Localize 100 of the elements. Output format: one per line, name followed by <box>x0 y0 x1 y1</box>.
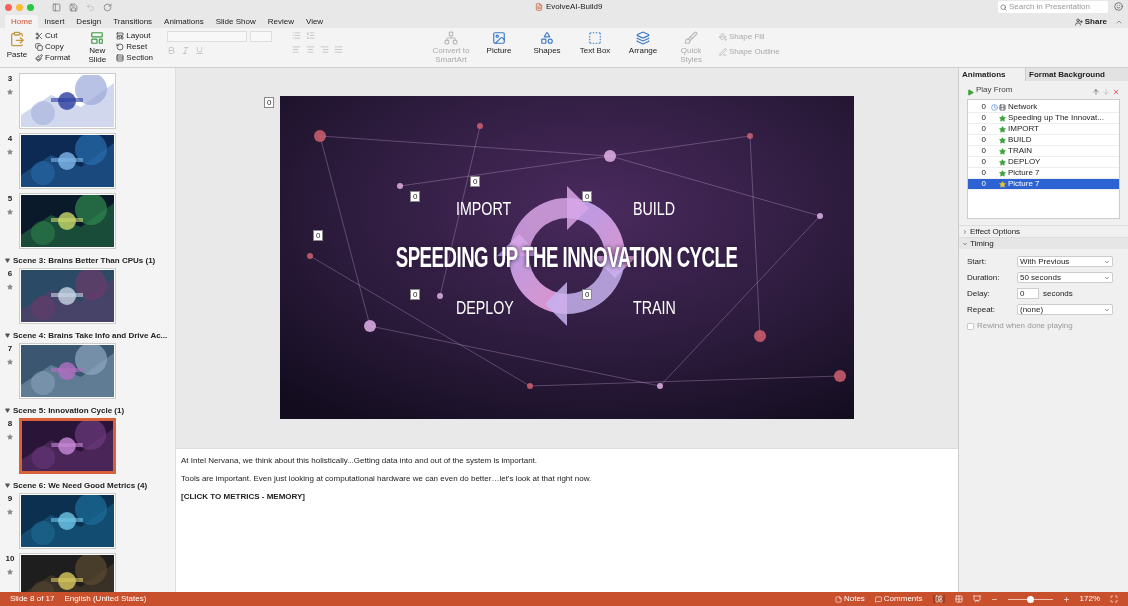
slide-number: 5 <box>7 193 13 205</box>
animation-star-icon <box>7 149 13 155</box>
ribbon-tab[interactable]: Design <box>70 15 108 28</box>
select-field[interactable]: 50 seconds <box>1017 272 1113 283</box>
stepper-field[interactable]: 0 <box>1017 288 1039 299</box>
save-icon[interactable] <box>69 2 78 12</box>
minimize-window-button[interactable] <box>16 3 23 11</box>
section-header[interactable]: Scene 3: Brains Better Than CPUs (1) <box>13 254 156 267</box>
underline-icon[interactable] <box>195 46 205 55</box>
animation-item[interactable]: 0 Network <box>968 102 1119 113</box>
animation-marker[interactable]: 0 <box>313 230 324 241</box>
bullets-icon[interactable] <box>292 31 302 40</box>
font-size-field[interactable] <box>250 31 273 42</box>
chevron-down-icon <box>1104 274 1110 281</box>
close-window-button[interactable] <box>5 3 12 11</box>
hierarchy-icon <box>444 31 459 45</box>
scissors-icon <box>35 32 43 40</box>
align-center-icon[interactable] <box>306 45 316 54</box>
animation-item[interactable]: 0 TRAIN <box>968 146 1119 157</box>
play-icon[interactable] <box>967 89 974 96</box>
slide-tool-button[interactable]: Section <box>116 53 154 63</box>
justify-icon[interactable] <box>334 45 344 54</box>
animation-item[interactable]: 0 BUILD <box>968 135 1119 146</box>
animation-marker[interactable]: 0 <box>470 176 481 187</box>
clipboard-button[interactable]: Copy <box>35 42 71 52</box>
section-header[interactable]: Scene 4: Brains Take Info and Drive Ac... <box>13 329 168 342</box>
animation-marker[interactable]: 0 <box>410 289 421 300</box>
slide-tool-button[interactable]: Layout <box>116 31 154 41</box>
notes-button[interactable]: Notes <box>834 593 865 605</box>
new-slide-button[interactable]: New Slide <box>84 31 111 64</box>
clipboard-button[interactable]: Format <box>35 53 71 63</box>
speaker-note[interactable]: At Intel Nervana, we think about this holistically...Getting data into and out of the system is important. <box>181 456 538 466</box>
ribbon-tab[interactable]: Review <box>261 15 300 28</box>
ribbon-tab[interactable]: Transitions <box>107 15 159 28</box>
zoom-in-icon[interactable] <box>1062 595 1070 603</box>
font-field[interactable] <box>167 31 248 42</box>
zoom-window-button[interactable] <box>27 3 34 11</box>
insert-button[interactable]: Shapes <box>525 31 570 64</box>
insert-button[interactable]: Arrange <box>621 31 666 64</box>
field-label: Repeat: <box>967 303 997 316</box>
speaker-note[interactable]: Tools are important. Even just looking at computational hardware we can even do better…let's look at that right now. <box>181 474 592 484</box>
slideshow-icon[interactable] <box>972 595 981 603</box>
remove-icon[interactable] <box>1112 88 1120 96</box>
zoom-slider-thumb[interactable] <box>1027 595 1035 603</box>
clipboard-button[interactable]: Cut <box>35 31 71 41</box>
section-header[interactable]: Scene 6: We Need Good Metrics (4) <box>13 479 148 492</box>
select-field[interactable]: (none) <box>1017 304 1113 315</box>
timing-header[interactable]: Timing <box>959 237 1128 249</box>
animation-star-icon <box>7 569 13 575</box>
cycle-step-label: TRAIN <box>633 297 676 319</box>
section-header[interactable]: Scene 5: Innovation Cycle (1) <box>13 404 125 417</box>
checkbox[interactable] <box>967 322 974 330</box>
account-icon[interactable] <box>1114 2 1123 11</box>
ribbon-tab[interactable]: Slide Show <box>209 15 262 28</box>
animation-item[interactable]: 0 IMPORT <box>968 124 1119 135</box>
align-left-icon[interactable] <box>292 45 302 54</box>
paste-button[interactable]: Paste <box>5 31 29 61</box>
animation-item[interactable]: 0 DEPLOY <box>968 157 1119 168</box>
select-field[interactable]: With Previous <box>1017 256 1113 267</box>
ribbon-tab[interactable]: View <box>299 15 330 28</box>
language-indicator[interactable]: English (United States) <box>64 593 147 605</box>
insert-button[interactable]: Picture <box>477 31 522 64</box>
animation-marker[interactable]: 0 <box>264 97 275 108</box>
normal-view-button[interactable] <box>932 595 945 603</box>
slide-tool-button[interactable]: Reset <box>116 42 154 52</box>
animation-item[interactable]: 0 Picture 7 <box>968 179 1119 190</box>
slide-number: 10 <box>5 553 15 565</box>
ribbon-tab[interactable]: Animations <box>158 15 210 28</box>
bold-icon[interactable] <box>167 46 177 55</box>
fit-to-window-icon[interactable] <box>1110 595 1118 603</box>
insert-button[interactable]: Text Box <box>573 31 618 64</box>
ribbon-tab[interactable]: Insert <box>38 15 71 28</box>
collapse-ribbon-icon[interactable] <box>1115 18 1123 26</box>
play-from-button[interactable]: Play From <box>976 84 1013 96</box>
comments-button[interactable]: Comments <box>874 593 923 605</box>
speaker-note[interactable]: [CLICK TO METRICS - MEMORY] <box>181 492 305 502</box>
move-up-icon[interactable] <box>1092 88 1100 96</box>
animation-marker[interactable]: 0 <box>582 289 593 300</box>
animation-marker[interactable]: 0 <box>410 191 421 202</box>
animation-star-icon <box>7 509 13 515</box>
chevron-down-icon <box>962 240 968 247</box>
numbering-icon[interactable] <box>306 31 316 40</box>
collapse-triangle-icon[interactable] <box>5 258 10 263</box>
sidebar-toggle-icon[interactable] <box>52 2 61 12</box>
italic-icon[interactable] <box>181 46 191 55</box>
redo-icon[interactable] <box>103 2 112 12</box>
collapse-triangle-icon[interactable] <box>5 333 10 338</box>
pane-tab[interactable]: Format Background <box>1025 68 1128 81</box>
zoom-level[interactable]: 172% <box>1079 593 1100 605</box>
move-down-icon[interactable] <box>1102 88 1110 96</box>
undo-icon[interactable] <box>86 2 95 12</box>
collapse-triangle-icon[interactable] <box>5 483 10 488</box>
animation-item[interactable]: 0 Speeding up The Innovat... <box>968 113 1119 124</box>
collapse-triangle-icon[interactable] <box>5 408 10 413</box>
share-button[interactable]: Share <box>1074 15 1107 28</box>
sorter-view-icon[interactable] <box>954 595 963 603</box>
align-right-icon[interactable] <box>320 45 330 54</box>
animation-marker[interactable]: 0 <box>582 191 593 202</box>
chevron-down-icon <box>1104 258 1110 265</box>
ribbon-tab[interactable]: Home <box>5 15 39 28</box>
